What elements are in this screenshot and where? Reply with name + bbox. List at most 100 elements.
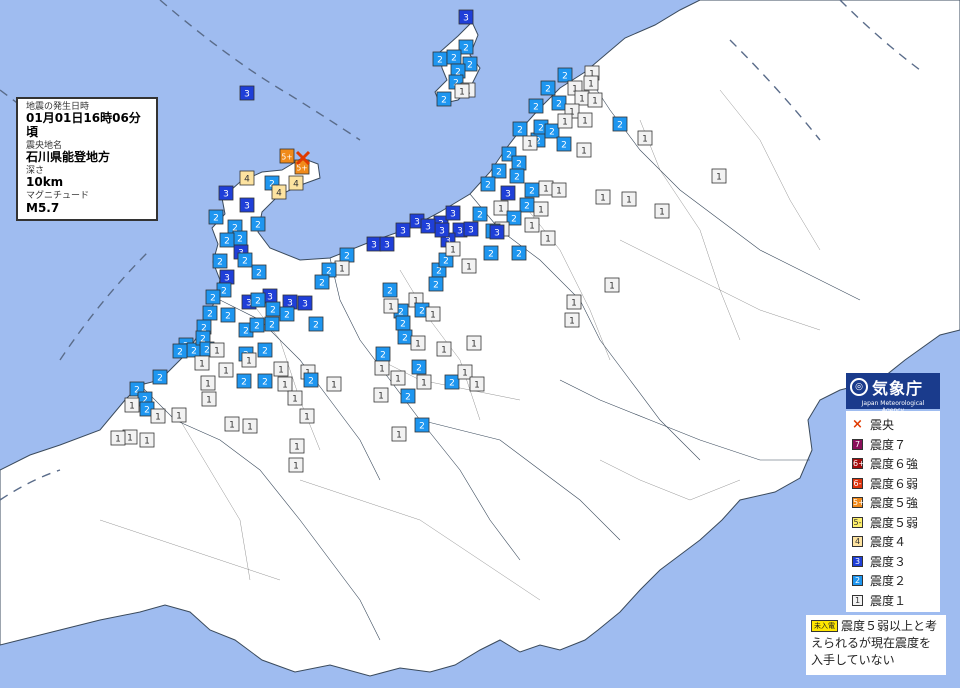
- svg-text:2: 2: [437, 56, 443, 66]
- station-marker: 2: [339, 247, 355, 263]
- station-marker: 2: [512, 121, 528, 137]
- svg-text:1: 1: [642, 135, 648, 145]
- station-marker: 2: [152, 369, 168, 385]
- svg-text:1: 1: [569, 317, 575, 327]
- depth-value: 10km: [26, 175, 64, 190]
- legend-item: 2 震度２: [852, 571, 934, 591]
- svg-text:1: 1: [600, 194, 606, 204]
- svg-text:1: 1: [415, 340, 421, 350]
- svg-text:1: 1: [388, 303, 394, 313]
- station-marker: 2: [480, 176, 496, 192]
- legend-label: 震度６強: [870, 457, 919, 472]
- epicenter-value: 石川県能登地方: [26, 150, 111, 165]
- svg-text:2: 2: [511, 215, 517, 225]
- svg-text:2: 2: [405, 393, 411, 403]
- svg-text:2: 2: [506, 151, 512, 161]
- station-marker: 1: [445, 241, 461, 257]
- station-marker: 2: [220, 307, 236, 323]
- svg-text:1: 1: [294, 443, 300, 453]
- svg-text:1: 1: [571, 299, 577, 309]
- station-marker: 5+: [279, 148, 295, 164]
- legend-item: 6- 震度６弱: [852, 474, 934, 494]
- station-marker: 2: [232, 230, 248, 246]
- svg-text:2: 2: [561, 141, 567, 151]
- svg-text:1: 1: [459, 88, 465, 98]
- svg-text:2: 2: [256, 269, 262, 279]
- svg-text:2: 2: [241, 378, 247, 388]
- station-marker: 2: [257, 373, 273, 389]
- svg-text:2: 2: [255, 297, 261, 307]
- svg-text:2: 2: [416, 364, 422, 374]
- svg-text:2: 2: [517, 126, 523, 136]
- station-marker: 1: [540, 230, 556, 246]
- svg-text:2: 2: [463, 44, 469, 54]
- legend-label: 震度６弱: [870, 476, 919, 491]
- svg-text:3: 3: [505, 190, 511, 200]
- station-marker: 2: [511, 245, 527, 261]
- station-marker: 2: [540, 80, 556, 96]
- svg-text:2: 2: [224, 237, 230, 247]
- svg-text:1: 1: [474, 381, 480, 391]
- station-marker: 3: [219, 269, 235, 285]
- station-marker: 1: [466, 335, 482, 351]
- svg-text:2: 2: [443, 257, 449, 267]
- svg-text:1: 1: [176, 412, 182, 422]
- station-marker: 2: [414, 417, 430, 433]
- svg-text:1: 1: [205, 380, 211, 390]
- svg-text:1: 1: [206, 396, 212, 406]
- station-marker: 1: [277, 376, 293, 392]
- legend-swatch: 6+: [852, 458, 865, 470]
- svg-text:2: 2: [436, 267, 442, 277]
- svg-text:1: 1: [556, 187, 562, 197]
- svg-text:5+: 5+: [281, 153, 292, 162]
- svg-text:1: 1: [498, 205, 504, 215]
- station-marker: 3: [420, 218, 436, 234]
- station-marker: 1: [334, 260, 350, 276]
- svg-text:3: 3: [463, 14, 469, 24]
- legend-label: 震度７: [870, 437, 907, 452]
- station-marker: 1: [538, 180, 554, 196]
- station-marker: 2: [308, 316, 324, 332]
- station-marker: 2: [265, 301, 281, 317]
- station-marker: 2: [257, 342, 273, 358]
- svg-text:1: 1: [339, 265, 345, 275]
- legend-item: × 震央: [852, 415, 934, 435]
- svg-text:1: 1: [378, 392, 384, 402]
- legend-item: 7 震度７: [852, 435, 934, 455]
- station-marker: 2: [303, 372, 319, 388]
- svg-text:1: 1: [527, 140, 533, 150]
- station-marker: 2: [279, 306, 295, 322]
- svg-text:2: 2: [419, 422, 425, 432]
- station-marker: 1: [373, 387, 389, 403]
- svg-text:1: 1: [529, 222, 535, 232]
- station-marker: 2: [395, 315, 411, 331]
- station-marker: 3: [239, 197, 255, 213]
- svg-text:2: 2: [157, 374, 163, 384]
- epicenter-x-icon: ×: [852, 417, 863, 433]
- station-marker: 2: [382, 282, 398, 298]
- station-marker: 2: [432, 51, 448, 67]
- agency-name: 気象庁: [872, 379, 924, 398]
- station-marker: 2: [202, 305, 218, 321]
- svg-text:1: 1: [581, 147, 587, 157]
- station-marker: 2: [172, 343, 188, 359]
- station-marker: 1: [711, 168, 727, 184]
- svg-text:1: 1: [379, 365, 385, 375]
- svg-text:2: 2: [496, 168, 502, 178]
- station-marker: 1: [436, 341, 452, 357]
- svg-text:2: 2: [617, 121, 623, 131]
- svg-text:1: 1: [609, 282, 615, 292]
- svg-text:1: 1: [659, 208, 665, 218]
- station-marker: 2: [212, 253, 228, 269]
- svg-text:3: 3: [244, 90, 250, 100]
- svg-text:2: 2: [255, 221, 261, 231]
- station-marker: 2: [528, 98, 544, 114]
- station-marker: 1: [637, 130, 653, 146]
- svg-text:1: 1: [304, 413, 310, 423]
- svg-text:2: 2: [213, 214, 219, 224]
- svg-text:2: 2: [242, 257, 248, 267]
- station-marker: 1: [289, 438, 305, 454]
- magnitude-value: M5.7: [26, 200, 60, 215]
- svg-text:1: 1: [278, 366, 284, 376]
- station-marker: 2: [524, 182, 540, 198]
